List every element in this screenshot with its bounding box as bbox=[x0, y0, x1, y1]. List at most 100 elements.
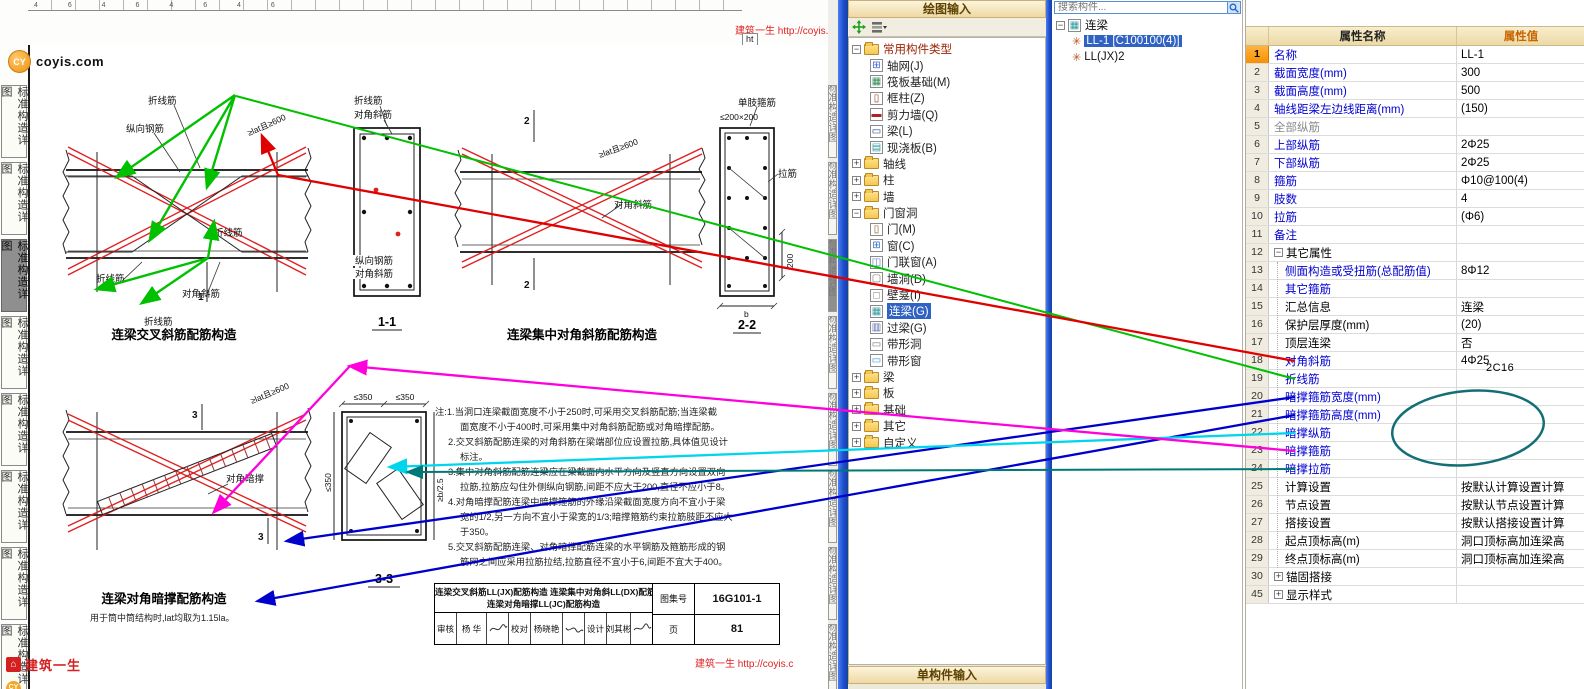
property-row[interactable]: 28 起点顶标高(m) 洞口顶标高加连梁高 bbox=[1246, 532, 1584, 550]
tree-item[interactable]: + 轴线 bbox=[849, 156, 1045, 172]
property-row[interactable]: 20 暗撑箍筋宽度(mm) bbox=[1246, 388, 1584, 406]
property-value[interactable]: LL-1 bbox=[1457, 46, 1584, 63]
property-value[interactable]: Φ10@100(4) bbox=[1457, 172, 1584, 189]
expand-icon[interactable]: + bbox=[1274, 572, 1283, 581]
tree-item[interactable]: + 板 bbox=[849, 385, 1045, 401]
property-value[interactable]: 4 bbox=[1457, 190, 1584, 207]
property-name-cell[interactable]: 名称 bbox=[1269, 46, 1457, 63]
expand-icon[interactable]: + bbox=[852, 192, 861, 202]
tree-item[interactable]: ▦ 筏板基础(M) bbox=[849, 74, 1045, 90]
property-name-cell[interactable]: 暗撑箍筋高度(mm) bbox=[1269, 406, 1457, 423]
property-value[interactable] bbox=[1457, 118, 1584, 135]
property-name-cell[interactable]: 轴线距梁左边线距离(mm) bbox=[1269, 100, 1457, 117]
property-value[interactable]: (20) bbox=[1457, 316, 1584, 333]
property-row[interactable]: 12− 其它属性 bbox=[1246, 244, 1584, 262]
property-name-cell[interactable]: 上部纵筋 bbox=[1269, 136, 1457, 153]
property-name-cell[interactable]: 备注 bbox=[1269, 226, 1457, 243]
collapse-icon[interactable]: − bbox=[852, 208, 861, 218]
property-name-cell[interactable]: 计算设置 bbox=[1269, 478, 1457, 495]
property-row[interactable]: 11 备注 bbox=[1246, 226, 1584, 244]
pan-icon[interactable] bbox=[852, 20, 866, 34]
property-value[interactable]: 洞口顶标高加连梁高 bbox=[1457, 550, 1584, 567]
property-row[interactable]: 21 暗撑箍筋高度(mm) bbox=[1246, 406, 1584, 424]
property-value[interactable] bbox=[1457, 586, 1584, 603]
property-row[interactable]: 2 截面宽度(mm) 300 bbox=[1246, 64, 1584, 82]
side-tab-sliver[interactable]: 标准构造详图 bbox=[828, 624, 837, 689]
property-name-cell[interactable]: 暗撑箍筋宽度(mm) bbox=[1269, 388, 1457, 405]
tree-item[interactable]: + 墙 bbox=[849, 189, 1045, 205]
tree-item[interactable]: + 柱 bbox=[849, 172, 1045, 188]
tree-item[interactable]: ⊞ 轴网(J) bbox=[849, 57, 1045, 73]
property-row[interactable]: 9 肢数 4 bbox=[1246, 190, 1584, 208]
expand-icon[interactable]: + bbox=[852, 372, 861, 382]
tree-item[interactable]: ▬ 剪力墙(Q) bbox=[849, 107, 1045, 123]
property-row[interactable]: 19 折线筋 bbox=[1246, 370, 1584, 388]
expand-icon[interactable]: + bbox=[852, 388, 861, 398]
property-value[interactable]: 4Φ25 bbox=[1457, 352, 1584, 369]
property-name-cell[interactable]: 暗撑箍筋 bbox=[1269, 442, 1457, 459]
side-tab-standard-detail[interactable]: 标准构造详图 bbox=[0, 316, 28, 389]
property-value[interactable] bbox=[1457, 226, 1584, 243]
search-icon[interactable] bbox=[1227, 2, 1240, 13]
layers-icon[interactable] bbox=[871, 20, 887, 34]
property-name-cell[interactable]: 终点顶标高(m) bbox=[1269, 550, 1457, 567]
property-value[interactable] bbox=[1457, 424, 1584, 441]
window-edge-splitter[interactable] bbox=[838, 0, 848, 689]
tree-item[interactable]: ◻ 壁龛(I) bbox=[849, 287, 1045, 303]
property-value[interactable]: 2Φ25 bbox=[1457, 154, 1584, 171]
property-row[interactable]: 17 顶层连梁 否 bbox=[1246, 334, 1584, 352]
expand-icon[interactable]: + bbox=[852, 421, 861, 431]
side-tab-standard-detail[interactable]: 标准构造详图 bbox=[0, 162, 28, 235]
tree-item[interactable]: + 其它 bbox=[849, 418, 1045, 434]
property-value[interactable]: 连梁 bbox=[1457, 298, 1584, 315]
tree-item[interactable]: ▭ 梁(L) bbox=[849, 123, 1045, 139]
property-value[interactable]: 按默认搭接设置计算 bbox=[1457, 514, 1584, 531]
property-name-cell[interactable]: 保护层厚度(mm) bbox=[1269, 316, 1457, 333]
property-name-cell[interactable]: 侧面构造或受扭筋(总配筋值) bbox=[1269, 262, 1457, 279]
side-tab-standard-detail[interactable]: 标准构造详图 bbox=[0, 85, 28, 158]
property-name-cell[interactable]: + 显示样式 bbox=[1269, 586, 1457, 603]
side-tab-standard-detail[interactable]: 标准构造详图 bbox=[0, 470, 28, 543]
property-row[interactable]: 5 全部纵筋 bbox=[1246, 118, 1584, 136]
tree-item[interactable]: + 自定义 bbox=[849, 434, 1045, 450]
property-value[interactable] bbox=[1457, 370, 1584, 387]
expand-icon[interactable]: + bbox=[852, 438, 861, 448]
property-name-cell[interactable]: 暗撑纵筋 bbox=[1269, 424, 1457, 441]
draw-input-header[interactable]: 绘图输入 bbox=[848, 0, 1046, 18]
property-name-cell[interactable]: 拉筋 bbox=[1269, 208, 1457, 225]
property-row[interactable]: 30 + 锚固搭接 bbox=[1246, 568, 1584, 586]
property-value[interactable]: 否 bbox=[1457, 334, 1584, 351]
property-value[interactable]: 按默认计算设置计算 bbox=[1457, 478, 1584, 495]
side-tab-sliver[interactable]: 标准构造详图 bbox=[828, 547, 837, 620]
property-value[interactable]: (Φ6) bbox=[1457, 208, 1584, 225]
component-item[interactable]: ✳ LL-1 [C100100(4)] bbox=[1052, 33, 1243, 49]
property-row[interactable]: 23 暗撑箍筋 bbox=[1246, 442, 1584, 460]
side-tab-sliver[interactable]: 标准构造详图 bbox=[828, 316, 837, 389]
property-name-cell[interactable]: 汇总信息 bbox=[1269, 298, 1457, 315]
property-name-cell[interactable]: 顶层连梁 bbox=[1269, 334, 1457, 351]
property-row[interactable]: 24 暗撑拉筋 bbox=[1246, 460, 1584, 478]
property-value[interactable]: 500 bbox=[1457, 82, 1584, 99]
property-value[interactable] bbox=[1457, 442, 1584, 459]
tree-item[interactable]: + 基础 bbox=[849, 402, 1045, 418]
property-value[interactable] bbox=[1457, 280, 1584, 297]
property-row[interactable]: 18 对角斜筋 4Φ25 bbox=[1246, 352, 1584, 370]
collapse-icon[interactable]: − bbox=[1274, 248, 1283, 257]
side-tab-sliver[interactable]: 标准构造详图 bbox=[828, 470, 837, 543]
side-tab-sliver[interactable]: 标准构造详图 bbox=[828, 162, 837, 235]
property-value[interactable]: 8Φ12 bbox=[1457, 262, 1584, 279]
side-tab-sliver[interactable]: 标准构造详图 bbox=[828, 393, 837, 466]
component-item[interactable]: ✳ LL(JX)2 bbox=[1052, 49, 1243, 65]
property-row[interactable]: 10 拉筋 (Φ6) bbox=[1246, 208, 1584, 226]
expand-icon[interactable]: + bbox=[852, 405, 861, 415]
expand-icon[interactable]: + bbox=[852, 175, 861, 185]
property-row[interactable]: 29 终点顶标高(m) 洞口顶标高加连梁高 bbox=[1246, 550, 1584, 568]
property-value[interactable]: (150) bbox=[1457, 100, 1584, 117]
property-row[interactable]: 1 名称 LL-1 bbox=[1246, 46, 1584, 64]
property-name-cell[interactable]: 截面宽度(mm) bbox=[1269, 64, 1457, 81]
tree-item[interactable]: ▭ 带形洞 bbox=[849, 336, 1045, 352]
single-component-input-bar[interactable]: 单构件输入 bbox=[848, 666, 1046, 684]
component-root-item[interactable]: − ▦ 连梁 bbox=[1052, 17, 1243, 33]
property-value[interactable] bbox=[1457, 460, 1584, 477]
collapse-icon[interactable]: − bbox=[1056, 20, 1065, 30]
